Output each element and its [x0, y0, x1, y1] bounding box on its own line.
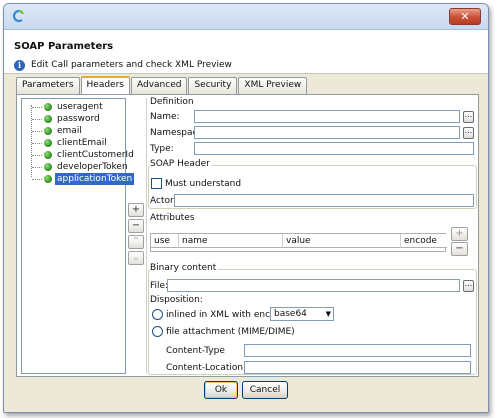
tree-item-label: email [57, 126, 82, 136]
tree-branch [32, 155, 42, 156]
cancel-button[interactable]: Cancel [242, 381, 288, 399]
inline-radio[interactable] [152, 309, 163, 320]
status-dot-icon [44, 151, 52, 159]
tree-branch [32, 107, 42, 108]
tree-item-password[interactable]: password [22, 113, 125, 125]
soap-parameters-dialog: ✕ SOAP Parameters i Edit Call parameters… [3, 3, 489, 413]
name-browse-button[interactable]: ... [463, 111, 474, 123]
namespace-browse-button[interactable]: ... [463, 127, 474, 139]
definition-section-label: Definition [150, 97, 194, 107]
status-dot-icon [44, 163, 52, 171]
add-attribute-button[interactable]: + [451, 227, 468, 241]
tree-item-developertoken[interactable]: developerToken [22, 161, 128, 173]
tree-item-label: password [57, 114, 100, 124]
attributes-table[interactable]: use name value encode [150, 233, 447, 252]
tree-branch [32, 143, 42, 144]
tree-item-label: clientEmail [57, 138, 107, 148]
status-dot-icon [44, 115, 52, 123]
remove-header-button[interactable]: − [128, 219, 144, 233]
tree-item-label: applicationToken [55, 173, 135, 185]
name-input[interactable] [194, 110, 460, 123]
app-logo-icon [12, 9, 25, 23]
tab-parameters[interactable]: Parameters [16, 77, 80, 94]
attachment-radio[interactable] [152, 326, 163, 337]
panel-divider [146, 98, 147, 374]
column-use[interactable]: use [151, 234, 179, 248]
tree-item-email[interactable]: email [22, 125, 125, 137]
dialog-description: Edit Call parameters and check XML Previ… [31, 60, 232, 70]
title-bar[interactable]: ✕ [4, 4, 488, 30]
tab-security[interactable]: Security [188, 77, 238, 94]
disposition-label: Disposition: [150, 295, 203, 305]
column-name[interactable]: name [179, 234, 283, 248]
actor-input[interactable] [174, 194, 474, 207]
file-browse-button[interactable]: ... [463, 280, 474, 292]
namespace-input[interactable] [194, 126, 460, 139]
tree-item-label: useragent [57, 102, 103, 112]
ok-button[interactable]: Ok [204, 381, 238, 399]
tree-branch [32, 179, 42, 180]
move-up-button[interactable]: ⌃ [128, 235, 144, 249]
content-type-label: Content-Type [166, 346, 225, 356]
file-label: File: [150, 281, 169, 291]
soap-header-section-label: SOAP Header [150, 159, 212, 169]
tab-advanced[interactable]: Advanced [130, 77, 188, 94]
column-value[interactable]: value [283, 234, 401, 248]
remove-attribute-button[interactable]: − [451, 242, 468, 256]
add-header-button[interactable]: + [128, 203, 144, 217]
status-dot-icon [44, 175, 52, 183]
encoding-selected-value: base64 [274, 309, 307, 319]
dialog-title: SOAP Parameters [14, 41, 114, 52]
tree-item-label: developerToken [57, 162, 128, 172]
type-label: Type: [150, 144, 174, 154]
type-input[interactable] [194, 142, 474, 155]
status-dot-icon [44, 139, 52, 147]
tree-item-clientcustomerid[interactable]: clientCustomerId [22, 149, 134, 161]
attributes-section-label: Attributes [150, 213, 195, 223]
content-location-label: Content-Location [166, 363, 244, 373]
column-encode[interactable]: encode [401, 234, 447, 248]
attachment-label: file attachment (MIME/DIME) [166, 327, 295, 337]
tab-xml-preview[interactable]: XML Preview [238, 77, 308, 94]
chevron-down-icon: ▼ [325, 310, 331, 318]
headers-panel: useragent password email clientEmail cli [16, 94, 479, 377]
headers-tree[interactable]: useragent password email clientEmail cli [21, 98, 135, 374]
binary-content-section-label: Binary content [150, 263, 219, 273]
tree-item-label: clientCustomerId [57, 150, 134, 160]
status-dot-icon [44, 127, 52, 135]
name-label: Name: [150, 112, 180, 122]
tree-branch [32, 167, 42, 168]
tree-item-applicationtoken[interactable]: applicationToken [22, 173, 135, 185]
dialog-header: SOAP Parameters i Edit Call parameters a… [4, 30, 488, 74]
must-understand-label: Must understand [165, 179, 242, 189]
must-understand-checkbox[interactable] [151, 178, 162, 189]
close-button[interactable]: ✕ [449, 8, 481, 25]
tab-headers[interactable]: Headers [80, 76, 130, 94]
content-location-input[interactable] [244, 361, 471, 374]
tree-item-useragent[interactable]: useragent [22, 101, 125, 113]
tab-strip: Parameters Headers Advanced Security XML… [16, 76, 308, 94]
tree-branch [32, 131, 42, 132]
tree-item-clientemail[interactable]: clientEmail [22, 137, 125, 149]
move-down-button[interactable]: ⌄ [128, 251, 144, 265]
tree-branch [32, 119, 42, 120]
content-type-input[interactable] [244, 344, 471, 357]
actor-label: Actor [150, 196, 174, 206]
file-input[interactable] [167, 279, 460, 292]
status-dot-icon [44, 103, 52, 111]
info-icon: i [14, 60, 25, 71]
encoding-select[interactable]: base64 ▼ [270, 307, 334, 321]
